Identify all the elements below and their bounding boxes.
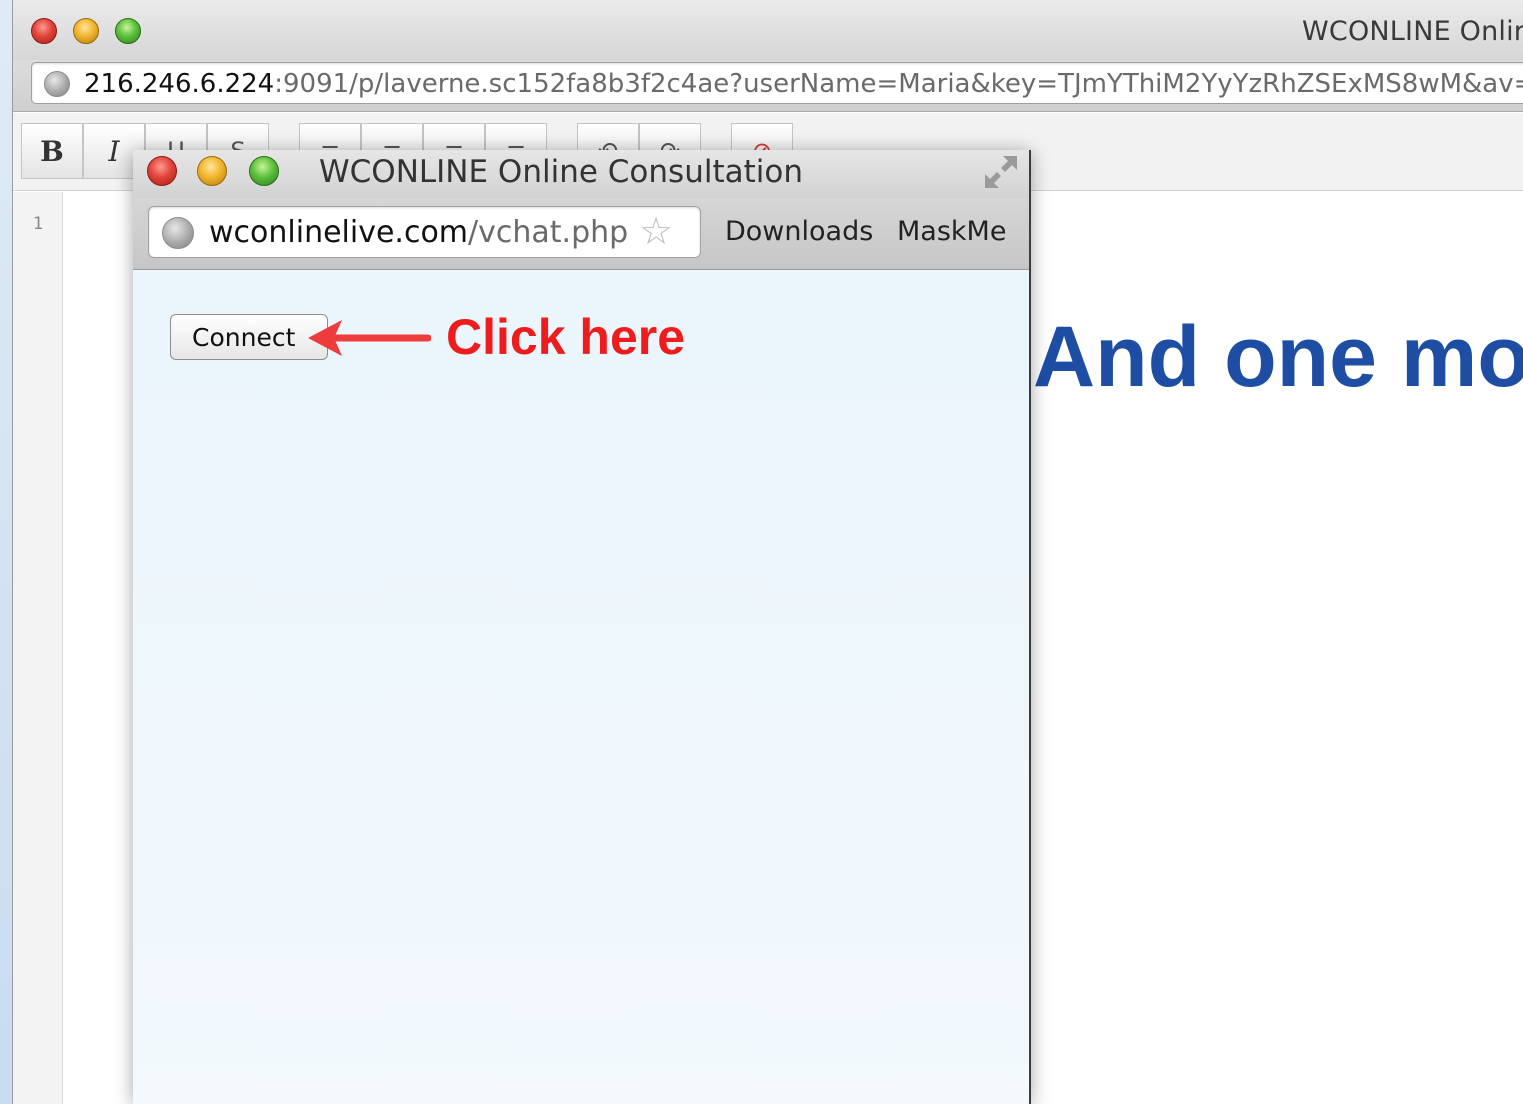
main-titlebar: WCONLINE Onlir (13, 0, 1523, 60)
popup-url-host: wconlinelive.com (209, 215, 469, 250)
popup-titlebar: WCONLINE Online Consultation (133, 150, 1029, 198)
zoom-window-button[interactable] (115, 18, 141, 44)
popup-url-path: /vchat.php (468, 215, 627, 250)
address-bar: 216.246.6.224:9091/p/laverne.sc152fa8b3f… (13, 60, 1523, 112)
annotation-arrow-icon (308, 320, 431, 356)
globe-icon (44, 71, 70, 97)
popup-title: WCONLINE Online Consultation (319, 154, 803, 190)
url-path: :9091/p/laverne.sc152fa8b3f2c4ae?userNam… (274, 69, 1523, 99)
fullscreen-icon[interactable] (981, 152, 1021, 192)
url-field[interactable]: 216.246.6.224:9091/p/laverne.sc152fa8b3f… (31, 62, 1523, 104)
bookmark-star-icon[interactable]: ☆ (639, 209, 673, 253)
bold-button[interactable]: B (21, 123, 83, 179)
close-window-button[interactable] (31, 18, 57, 44)
url-text: 216.246.6.224:9091/p/laverne.sc152fa8b3f… (84, 69, 1523, 99)
line-number: 1 (32, 214, 44, 234)
popup-toolbar: wconlinelive.com/vchat.php ☆ Downloads M… (133, 198, 1029, 270)
click-here-annotation: Click here (446, 309, 686, 365)
window-title: WCONLINE Onlir (1302, 16, 1523, 47)
globe-icon (162, 217, 194, 249)
downloads-link[interactable]: Downloads (725, 216, 873, 247)
document-heading: And one mo (1033, 309, 1523, 405)
line-number-gutter: 1 (13, 192, 63, 1104)
minimize-window-button[interactable] (73, 18, 99, 44)
popup-zoom-button[interactable] (249, 156, 279, 186)
popup-minimize-button[interactable] (197, 156, 227, 186)
popup-close-button[interactable] (147, 156, 177, 186)
consultation-popup-window: WCONLINE Online Consultation wconlineliv… (133, 150, 1031, 1104)
connect-button[interactable]: Connect (170, 314, 328, 360)
url-host: 216.246.6.224 (84, 69, 275, 99)
maskme-link[interactable]: MaskMe (897, 216, 1006, 247)
popup-url-field[interactable]: wconlinelive.com/vchat.php ☆ (148, 206, 701, 258)
popup-url-text: wconlinelive.com/vchat.php (209, 215, 627, 250)
popup-content: Connect Click here (133, 271, 1029, 1104)
